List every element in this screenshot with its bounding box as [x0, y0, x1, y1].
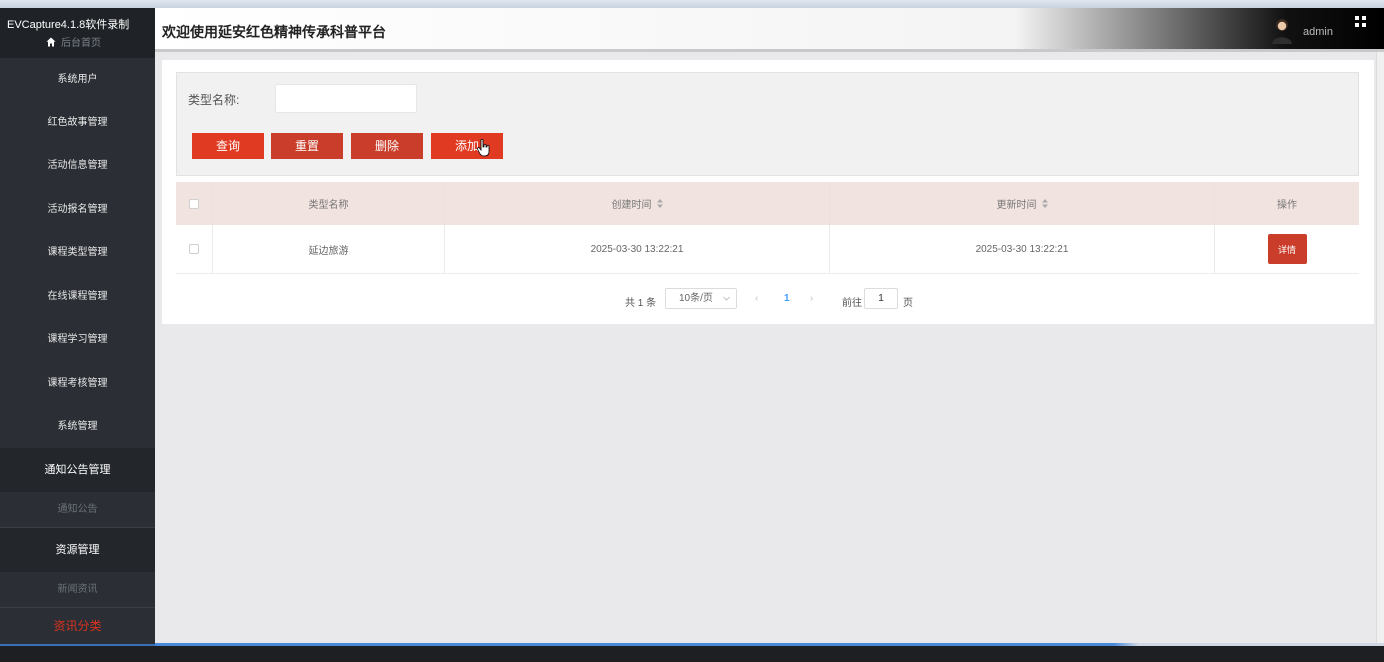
column-label: 更新时间 — [996, 200, 1037, 211]
sidebar-item-course-types[interactable]: 课程类型管理 — [0, 231, 155, 275]
app-title: EVCapture4.1.8软件录制 — [7, 19, 130, 31]
column-label: 操作 — [1277, 200, 1297, 211]
sidebar-item-news[interactable]: 新闻资讯 — [0, 572, 155, 607]
page-title: 欢迎使用延安红色精神传承科普平台 — [162, 24, 386, 40]
sidebar-item-news-categories[interactable]: 资讯分类 — [0, 608, 155, 644]
reset-button[interactable]: 重置 — [271, 133, 343, 159]
avatar[interactable] — [1270, 16, 1294, 44]
add-button[interactable]: 添加 — [431, 133, 503, 159]
hand-cursor-icon — [477, 139, 490, 157]
sidebar-item-system-users[interactable]: 系统用户 — [0, 58, 155, 101]
cell-created: 2025-03-30 13:22:21 — [445, 225, 830, 273]
sidebar-item-notices[interactable]: 通知公告 — [0, 492, 155, 527]
sidebar: EVCapture4.1.8软件录制 后台首页 系统用户 红色故事管理 活动信息… — [0, 8, 155, 662]
top-header: 欢迎使用延安红色精神传承科普平台 admin — [155, 8, 1384, 52]
query-button[interactable]: 查询 — [192, 133, 264, 159]
sidebar-item-red-stories[interactable]: 红色故事管理 — [0, 101, 155, 144]
page-size-select[interactable]: 10条/页 — [665, 288, 737, 309]
home-label: 后台首页 — [61, 38, 101, 49]
vertical-scrollbar[interactable] — [1376, 52, 1384, 643]
sidebar-item-activity-signup[interactable]: 活动报名管理 — [0, 188, 155, 231]
page-size-value: 10条/页 — [679, 293, 713, 304]
type-name-input[interactable] — [275, 84, 417, 113]
main-content: 类型名称: 查询 重置 删除 添加 类型名称 创建时间 更新时间 操作 延边旅游… — [162, 60, 1374, 324]
sidebar-item-course-study[interactable]: 课程学习管理 — [0, 318, 155, 362]
table-row: 延边旅游 2025-03-30 13:22:21 2025-03-30 13:2… — [176, 225, 1359, 274]
current-page[interactable]: 1 — [784, 293, 790, 304]
cell-actions: 详情 — [1215, 225, 1359, 273]
cell-type-name: 延边旅游 — [213, 225, 445, 273]
prev-page-button[interactable]: ‹ — [755, 293, 758, 304]
search-panel: 类型名称: 查询 重置 删除 添加 — [176, 72, 1359, 176]
cell-updated: 2025-03-30 13:22:21 — [830, 225, 1215, 273]
sort-icon[interactable] — [656, 199, 663, 208]
goto-label: 前往 — [842, 298, 862, 309]
column-header-actions: 操作 — [1215, 182, 1359, 225]
column-header-created[interactable]: 创建时间 — [445, 182, 830, 225]
total-count: 共 1 条 — [625, 298, 657, 309]
sidebar-section-notices[interactable]: 通知公告管理 — [0, 448, 155, 492]
table-header: 类型名称 创建时间 更新时间 操作 — [176, 182, 1359, 225]
pagination: 共 1 条 10条/页 ‹ 1 › 前往 页 — [176, 287, 1359, 313]
expand-icon[interactable] — [1355, 16, 1367, 28]
bottom-taskbar — [0, 646, 1384, 662]
select-all-checkbox[interactable] — [189, 198, 199, 209]
column-label: 创建时间 — [611, 200, 652, 211]
sidebar-item-system-admin[interactable]: 系统管理 — [0, 405, 155, 448]
sidebar-item-online-courses[interactable]: 在线课程管理 — [0, 275, 155, 318]
column-label: 类型名称 — [308, 200, 349, 211]
header-checkbox-cell — [176, 182, 213, 225]
user-name[interactable]: admin — [1303, 26, 1333, 38]
brand: EVCapture4.1.8软件录制 后台首页 — [0, 8, 155, 58]
row-checkbox[interactable] — [189, 244, 199, 254]
home-link[interactable]: 后台首页 — [46, 34, 101, 49]
goto-page-input[interactable] — [864, 288, 898, 309]
column-header-type-name: 类型名称 — [213, 182, 445, 225]
sidebar-item-activity-info[interactable]: 活动信息管理 — [0, 144, 155, 188]
sort-icon[interactable] — [1041, 199, 1048, 208]
sidebar-item-course-exam[interactable]: 课程考核管理 — [0, 362, 155, 405]
home-icon — [46, 37, 56, 47]
detail-button[interactable]: 详情 — [1267, 234, 1307, 264]
next-page-button[interactable]: › — [810, 293, 813, 304]
column-header-updated[interactable]: 更新时间 — [830, 182, 1215, 225]
os-title-strip — [0, 0, 1384, 8]
delete-button[interactable]: 删除 — [351, 133, 423, 159]
row-checkbox-cell — [176, 225, 213, 273]
page-unit-label: 页 — [903, 298, 913, 309]
chevron-down-icon — [723, 296, 730, 301]
sidebar-section-resources[interactable]: 资源管理 — [0, 528, 155, 572]
type-name-label: 类型名称: — [188, 93, 240, 107]
